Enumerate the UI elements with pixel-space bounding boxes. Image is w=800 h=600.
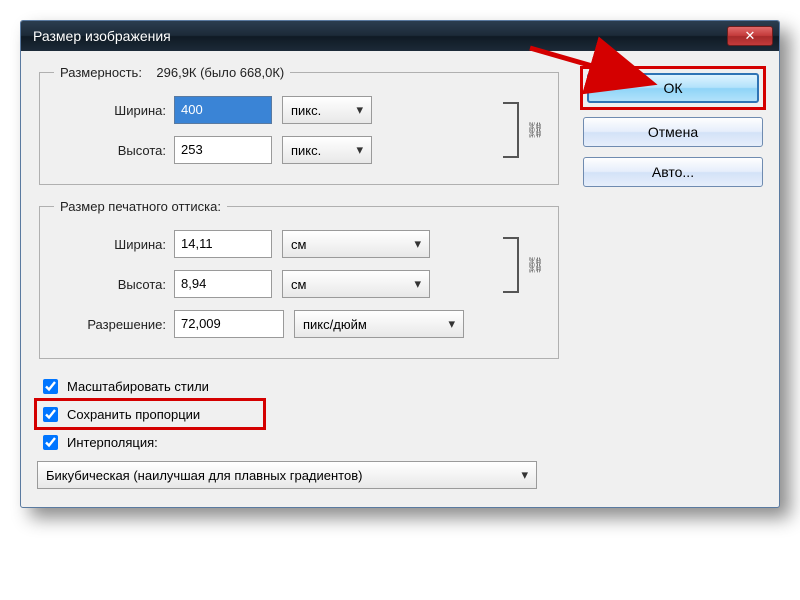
resolution-input[interactable]: 72,009 [174,310,284,338]
print-height-label: Высота: [54,277,174,292]
print-size-group: Размер печатного оттиска: Ширина: 14,11 … [39,199,559,359]
bracket-icon [503,237,519,293]
constrain-proportions-row[interactable]: Сохранить пропорции [37,401,263,427]
resample-row[interactable]: Интерполяция: [37,429,561,455]
pixel-dimensions-group: Размерность: 296,9К (было 668,0К) Ширина… [39,65,559,185]
scale-styles-row[interactable]: Масштабировать стили [37,373,561,399]
cancel-button[interactable]: Отмена [583,117,763,147]
scale-styles-checkbox[interactable] [43,379,58,394]
print-width-unit-select[interactable]: см ▾ [282,230,430,258]
ok-button[interactable]: ОК [587,73,759,103]
titlebar[interactable]: Размер изображения ✕ [21,21,779,51]
print-height-unit-select[interactable]: см ▾ [282,270,430,298]
print-size-legend: Размер печатного оттиска: [54,199,227,214]
bracket-icon [503,102,519,158]
chevron-down-icon: ▾ [356,142,363,158]
height-unit-select[interactable]: пикс. ▾ [282,136,372,164]
resample-label: Интерполяция: [67,435,158,450]
interpolation-select[interactable]: Бикубическая (наилучшая для плавных град… [37,461,537,489]
chevron-down-icon: ▾ [414,236,421,252]
chevron-down-icon: ▾ [356,102,363,118]
width-unit-select[interactable]: пикс. ▾ [282,96,372,124]
print-height-input[interactable]: 8,94 [174,270,272,298]
chevron-down-icon: ▾ [414,276,421,292]
chain-link-icon[interactable]: ⛓ [525,121,544,139]
height-label: Высота: [54,143,174,158]
image-size-dialog: Размер изображения ✕ Размерность: 296,9К… [20,20,780,508]
constrain-proportions-checkbox[interactable] [43,407,58,422]
window-title: Размер изображения [33,28,171,44]
chevron-down-icon: ▾ [521,467,528,483]
resolution-unit-select[interactable]: пикс/дюйм ▾ [294,310,464,338]
auto-button[interactable]: Авто... [583,157,763,187]
close-icon: ✕ [745,28,756,43]
print-width-label: Ширина: [54,237,174,252]
scale-styles-label: Масштабировать стили [67,379,209,394]
chevron-down-icon: ▾ [448,316,455,332]
chain-link-icon[interactable]: ⛓ [525,256,544,274]
print-width-input[interactable]: 14,11 [174,230,272,258]
resolution-label: Разрешение: [54,317,174,332]
close-button[interactable]: ✕ [727,26,773,46]
resample-checkbox[interactable] [43,435,58,450]
width-input[interactable]: 400 [174,96,272,124]
pixel-dimensions-legend: Размерность: 296,9К (было 668,0К) [54,65,290,80]
height-input[interactable]: 253 [174,136,272,164]
width-label: Ширина: [54,103,174,118]
constrain-proportions-label: Сохранить пропорции [67,407,200,422]
